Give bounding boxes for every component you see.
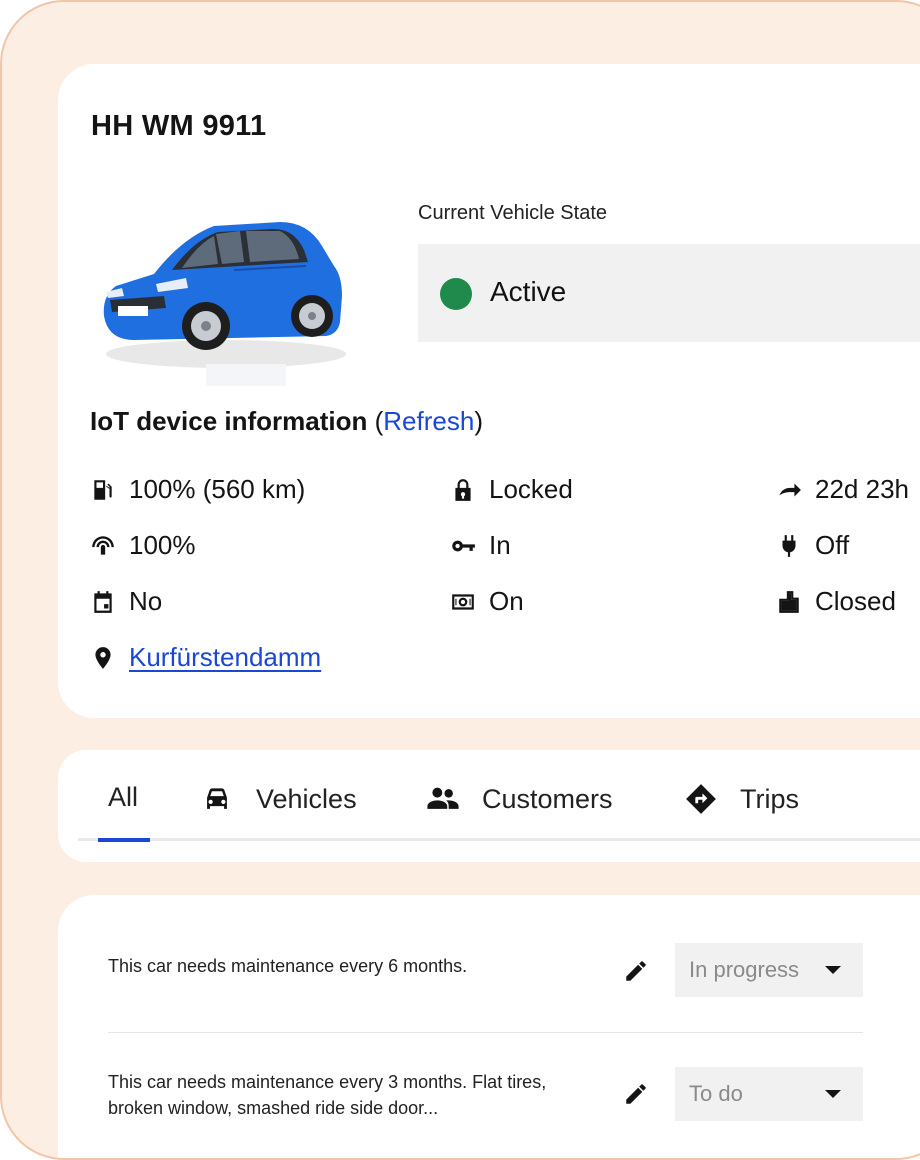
- engine-status: On: [450, 586, 524, 617]
- paren-close: ): [474, 406, 483, 436]
- door-icon: [776, 589, 802, 615]
- tab-vehicles[interactable]: Vehicles: [200, 782, 357, 816]
- edit-task-button[interactable]: [623, 1081, 649, 1107]
- tasks-card: This car needs maintenance every 6 month…: [58, 895, 920, 1158]
- pencil-icon: [626, 961, 646, 981]
- vehicle-card: HH WM 9911 Current Vehicle State Active …: [58, 64, 920, 718]
- status-dot: [440, 278, 472, 310]
- task-status-select[interactable]: To do: [675, 1067, 863, 1121]
- chevron-down-icon: [825, 1090, 841, 1098]
- people-icon: [427, 787, 459, 809]
- mileage-value: 22d 23h: [815, 474, 909, 504]
- pencil-icon: [626, 1084, 646, 1104]
- chevron-down-icon: [825, 966, 841, 974]
- task-status-value: To do: [689, 1081, 743, 1106]
- calendar-icon: [90, 589, 116, 615]
- task-status-value: In progress: [689, 957, 800, 982]
- vehicle-image: [94, 204, 354, 394]
- booking-status: No: [90, 586, 162, 617]
- iot-title-text: IoT device information: [90, 406, 368, 436]
- signal-icon: [90, 533, 116, 559]
- tab-all-label: All: [108, 782, 139, 812]
- signal-value: 100%: [129, 530, 196, 560]
- lock-value: Locked: [489, 474, 573, 504]
- doors-value: Closed: [815, 586, 896, 616]
- tab-trips[interactable]: Trips: [684, 782, 799, 816]
- car-icon: [207, 788, 227, 809]
- charging-value: Off: [815, 530, 850, 560]
- directions-icon: [686, 784, 716, 814]
- tab-customers[interactable]: Customers: [426, 782, 613, 816]
- edit-task-button[interactable]: [623, 958, 649, 984]
- charging-status: Off: [776, 530, 849, 561]
- task-description: This car needs maintenance every 3 month…: [108, 1072, 547, 1118]
- engine-value: On: [489, 586, 524, 616]
- location-pin-icon: [90, 645, 116, 671]
- tab-customers-label: Customers: [482, 783, 613, 814]
- plug-icon: [776, 533, 802, 559]
- fuel-level: 100% (560 km): [90, 474, 305, 505]
- vehicle-state-label: Current Vehicle State: [418, 202, 607, 224]
- vehicle-plate: HH WM 9911: [91, 110, 267, 142]
- redo-arrow-icon: [776, 477, 802, 503]
- key-status: In: [450, 530, 511, 561]
- key-value: In: [489, 530, 511, 560]
- key-icon: [450, 533, 476, 559]
- lock-status: Locked: [450, 474, 573, 505]
- refresh-link[interactable]: Refresh: [383, 406, 474, 436]
- vehicle-state-value: Active: [490, 276, 567, 307]
- task-description: This car needs maintenance every 6 month…: [108, 956, 468, 976]
- tab-vehicles-label: Vehicles: [256, 783, 357, 814]
- tabs-divider: [78, 838, 920, 841]
- vehicle-location: Kurfürstendamm: [90, 642, 321, 673]
- fuel-pump-icon: [90, 477, 116, 503]
- paren-open: (: [374, 406, 384, 436]
- booking-value: No: [129, 586, 163, 616]
- vehicle-state-box: Active: [418, 244, 920, 342]
- door-status: Closed: [776, 586, 896, 617]
- tabs-card: All Vehicles Customers Trips: [58, 750, 920, 862]
- tab-all[interactable]: All: [108, 782, 138, 813]
- app-frame: HH WM 9911 Current Vehicle State Active …: [0, 0, 920, 1160]
- iot-section-title: IoT device information (Refresh): [90, 406, 483, 437]
- engine-icon: [450, 589, 476, 615]
- tab-trips-label: Trips: [740, 783, 799, 814]
- signal-strength: 100%: [90, 530, 196, 561]
- mileage-status: 22d 23h: [776, 474, 909, 505]
- tab-active-indicator: [98, 838, 150, 842]
- lock-icon: [450, 477, 476, 503]
- task-divider: [108, 1032, 863, 1033]
- fuel-value: 100% (560 km): [129, 474, 306, 504]
- location-link[interactable]: Kurfürstendamm: [129, 642, 321, 673]
- task-status-select[interactable]: In progress: [675, 943, 863, 997]
